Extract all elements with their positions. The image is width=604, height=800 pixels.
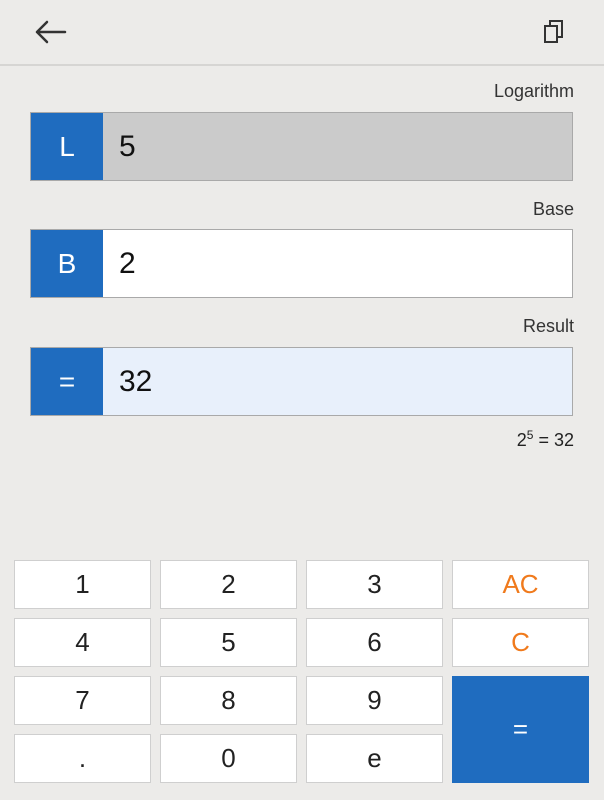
key-9[interactable]: 9: [306, 676, 443, 725]
copy-icon: [544, 20, 563, 43]
key-2[interactable]: 2: [160, 560, 297, 609]
base-label: Base: [532, 199, 574, 219]
top-bar: [0, 0, 604, 66]
back-button[interactable]: [30, 14, 70, 50]
base-value[interactable]: 2: [103, 230, 572, 297]
result-field[interactable]: = 32: [30, 347, 573, 416]
base-field[interactable]: B 2: [30, 229, 573, 298]
copy-button[interactable]: [534, 14, 574, 50]
logarithm-field[interactable]: L 5: [30, 112, 573, 181]
base-tag: B: [31, 230, 103, 297]
key-dot[interactable]: .: [14, 734, 151, 783]
equals-button[interactable]: =: [452, 676, 589, 783]
key-4[interactable]: 4: [14, 618, 151, 667]
result-label: Result: [522, 316, 574, 336]
key-e[interactable]: e: [306, 734, 443, 783]
key-7[interactable]: 7: [14, 676, 151, 725]
key-3[interactable]: 3: [306, 560, 443, 609]
clear-button[interactable]: C: [452, 618, 589, 667]
logarithm-tag: L: [31, 113, 103, 180]
key-5[interactable]: 5: [160, 618, 297, 667]
key-1[interactable]: 1: [14, 560, 151, 609]
key-8[interactable]: 8: [160, 676, 297, 725]
logarithm-value[interactable]: 5: [103, 113, 572, 180]
equation-rest: = 32: [533, 430, 574, 450]
result-value[interactable]: 32: [103, 348, 572, 415]
arrow-left-icon: [35, 20, 67, 44]
equation-text: 25 = 32: [517, 428, 574, 451]
key-0[interactable]: 0: [160, 734, 297, 783]
key-6[interactable]: 6: [306, 618, 443, 667]
logarithm-label: Logarithm: [493, 81, 574, 101]
all-clear-button[interactable]: AC: [452, 560, 589, 609]
result-tag: =: [31, 348, 103, 415]
equation-base: 2: [516, 430, 527, 450]
